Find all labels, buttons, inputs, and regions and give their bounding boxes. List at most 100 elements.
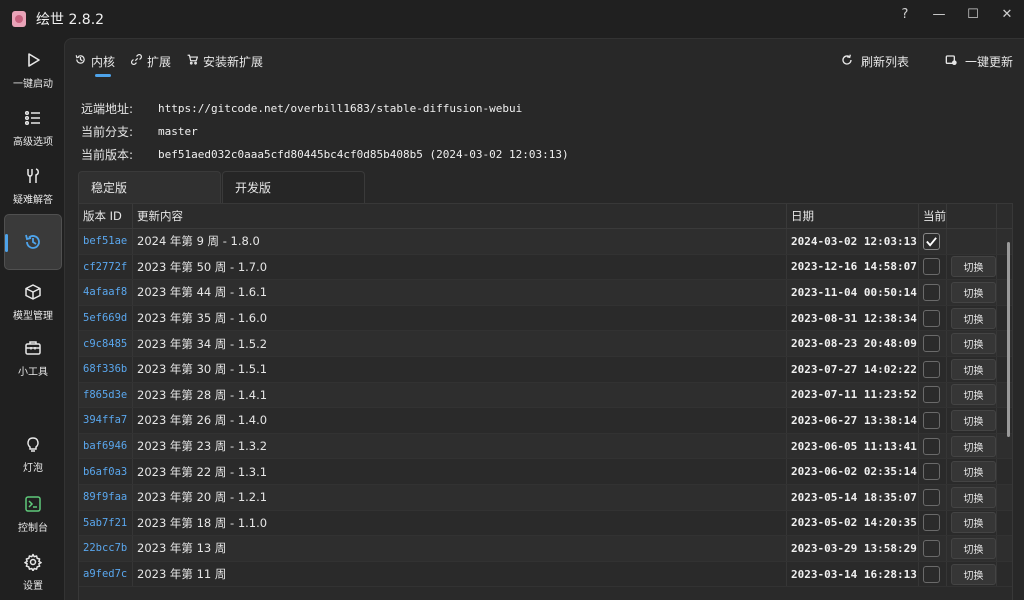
update-message: 2023 年第 30 周 - 1.5.1 [133, 356, 787, 382]
maximize-icon[interactable]: ☐ [956, 0, 990, 28]
table-row[interactable]: b6af0a3 2023 年第 22 周 - 1.3.1 2023-06-02 02… [79, 459, 1012, 485]
update-icon [945, 54, 957, 69]
switch-version-button[interactable]: 切换 [951, 409, 996, 431]
header-current[interactable]: 当前 [919, 204, 947, 228]
switch-version-button[interactable]: 切换 [951, 486, 996, 508]
sidebar-item-label: 控制台 [18, 523, 48, 534]
table-row[interactable]: 22bcc7b 2023 年第 13 周 2023-03-29 13:58:29 切换 [79, 536, 1012, 562]
table-row[interactable]: bef51ae 2024 年第 9 周 - 1.8.0 2024-03-02 12:… [79, 229, 1012, 255]
window-controls: ? — ☐ ✕ [888, 0, 1024, 28]
commit-date: 2023-06-02 02:35:14 [787, 459, 919, 484]
header-date[interactable]: 日期 [787, 204, 919, 228]
update-message: 2024 年第 9 周 - 1.8.0 [133, 229, 787, 254]
version-id-link[interactable]: f865d3e [79, 382, 133, 408]
list-settings-icon [23, 108, 43, 128]
refresh-list-button[interactable]: 刷新列表 [841, 53, 909, 70]
version-label: 当前版本: [81, 148, 134, 162]
table-row[interactable]: 5ef669d 2023 年第 35 周 - 1.6.0 2023-08-31 12… [79, 305, 1012, 332]
tab-install-extension[interactable]: 安装新扩展 [181, 39, 269, 83]
commit-date: 2023-07-27 14:02:22 [787, 356, 919, 382]
commit-date: 2024-03-02 12:03:13 [787, 229, 919, 254]
tab-stable[interactable]: 稳定版 [78, 171, 221, 203]
version-id-link[interactable]: a9fed7c [79, 561, 133, 587]
switch-version-button[interactable]: 切换 [951, 512, 996, 534]
sidebar-item-label: 模型管理 [13, 311, 53, 322]
switch-version-button[interactable]: 切换 [951, 256, 996, 278]
update-message: 2023 年第 22 周 - 1.3.1 [133, 459, 787, 484]
version-id-link[interactable]: bef51ae [79, 229, 133, 254]
current-cell [919, 408, 947, 433]
switch-version-button[interactable]: 切换 [951, 281, 996, 303]
update-message: 2023 年第 20 周 - 1.2.1 [133, 484, 787, 510]
switch-version-button[interactable]: 切换 [951, 461, 996, 483]
switch-version-button[interactable]: 切换 [951, 307, 996, 329]
switch-version-button[interactable]: 切换 [951, 358, 996, 380]
version-id-link[interactable]: 5ef669d [79, 305, 133, 331]
update-all-button[interactable]: 一键更新 [945, 53, 1013, 70]
branch-tabs: 稳定版 开发版 [78, 171, 365, 203]
version-id-link[interactable]: b6af0a3 [79, 459, 133, 484]
branch-row: 当前分支: master [81, 120, 569, 143]
switch-version-button[interactable]: 切换 [951, 537, 996, 559]
tab-core[interactable]: 内核 [69, 39, 121, 83]
current-cell [919, 280, 947, 305]
version-id-link[interactable]: 22bcc7b [79, 536, 133, 561]
action-cell [947, 229, 997, 254]
header-id[interactable]: 版本 ID [79, 204, 133, 228]
tab-extensions[interactable]: 扩展 [125, 39, 177, 83]
table-row[interactable]: 89f9faa 2023 年第 20 周 - 1.2.1 2023-05-14 18… [79, 484, 1012, 511]
sidebar-item-troubleshoot[interactable]: 疑难解答 [4, 158, 62, 214]
table-row[interactable]: 394ffa7 2023 年第 26 周 - 1.4.0 2023-06-27 13… [79, 408, 1012, 434]
switch-version-button[interactable]: 切换 [951, 563, 996, 585]
table-row[interactable]: f865d3e 2023 年第 28 周 - 1.4.1 2023-07-11 11… [79, 382, 1012, 409]
current-cell [919, 305, 947, 331]
plug-icon [131, 54, 142, 68]
version-id-link[interactable]: c9c8485 [79, 331, 133, 356]
version-id-link[interactable]: 68f336b [79, 356, 133, 382]
sidebar-item-launch[interactable]: 一键启动 [4, 42, 62, 98]
tab-dev[interactable]: 开发版 [222, 171, 365, 203]
sidebar-item-version[interactable] [4, 214, 62, 270]
repo-info: 远端地址: https://gitcode.net/overbill1683/s… [81, 97, 569, 166]
table-row[interactable]: 4afaaf8 2023 年第 44 周 - 1.6.1 2023-11-04 00… [79, 280, 1012, 306]
table-row[interactable]: baf6946 2023 年第 23 周 - 1.3.2 2023-06-05 11… [79, 433, 1012, 460]
table-row[interactable]: 5ab7f21 2023 年第 18 周 - 1.1.0 2023-05-02 14… [79, 510, 1012, 537]
sidebar-item-label: 一键启动 [13, 79, 53, 90]
version-id-link[interactable]: 89f9faa [79, 484, 133, 510]
version-id-link[interactable]: baf6946 [79, 433, 133, 459]
sidebar-item-advanced[interactable]: 高级选项 [4, 100, 62, 156]
action-cell: 切换 [947, 433, 997, 459]
help-icon[interactable]: ? [888, 0, 922, 28]
sidebar-item-console[interactable]: 控制台 [4, 486, 62, 542]
sidebar-item-tools[interactable]: 小工具 [4, 330, 62, 386]
current-checkbox [923, 539, 940, 557]
table-row[interactable]: cf2772f 2023 年第 50 周 - 1.7.0 2023-12-16 14… [79, 254, 1012, 281]
commit-date: 2023-08-31 12:38:34 [787, 305, 919, 331]
commit-date: 2023-05-14 18:35:07 [787, 484, 919, 510]
switch-version-button[interactable]: 切换 [951, 435, 996, 457]
table-row[interactable]: 68f336b 2023 年第 30 周 - 1.5.1 2023-07-27 14… [79, 356, 1012, 383]
scrollbar-thumb[interactable] [1007, 242, 1010, 437]
current-checkbox [923, 258, 940, 276]
update-message: 2023 年第 23 周 - 1.3.2 [133, 433, 787, 459]
remote-value: https://gitcode.net/overbill1683/stable-… [158, 102, 523, 115]
table-row[interactable]: a9fed7c 2023 年第 11 周 2023-03-14 16:28:13 切换 [79, 561, 1012, 588]
version-id-link[interactable]: cf2772f [79, 254, 133, 280]
sidebar-item-settings[interactable]: 设置 [4, 544, 62, 600]
commit-date: 2023-08-23 20:48:09 [787, 331, 919, 356]
minimize-icon[interactable]: — [922, 0, 956, 28]
header-message[interactable]: 更新内容 [133, 204, 787, 228]
switch-version-button[interactable]: 切换 [951, 333, 996, 355]
current-cell [919, 561, 947, 587]
current-checkbox [923, 335, 940, 353]
switch-version-button[interactable]: 切换 [951, 384, 996, 406]
current-cell [919, 484, 947, 510]
sidebar-item-models[interactable]: 模型管理 [4, 274, 62, 330]
close-icon[interactable]: ✕ [990, 0, 1024, 28]
version-id-link[interactable]: 394ffa7 [79, 408, 133, 433]
table-row[interactable]: c9c8485 2023 年第 34 周 - 1.5.2 2023-08-23 20… [79, 331, 1012, 357]
version-id-link[interactable]: 4afaaf8 [79, 280, 133, 305]
sidebar-item-lightbulb[interactable]: 灯泡 [4, 426, 62, 482]
sidebar-item-label: 高级选项 [13, 137, 53, 148]
version-id-link[interactable]: 5ab7f21 [79, 510, 133, 536]
